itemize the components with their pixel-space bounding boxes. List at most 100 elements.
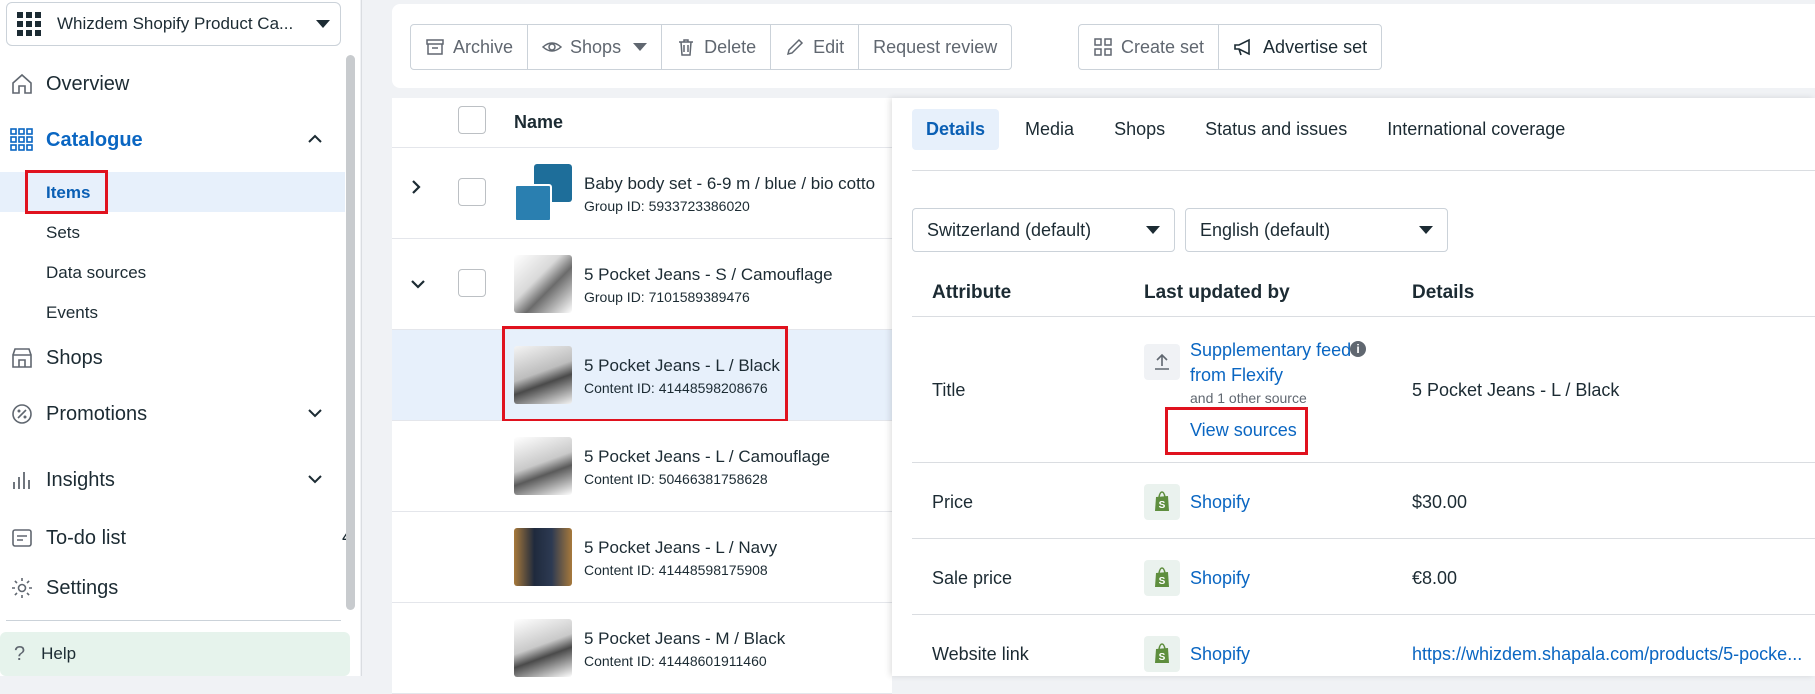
- nav-settings-label: Settings: [46, 576, 119, 599]
- nav-insights[interactable]: Insights: [0, 460, 345, 500]
- nav-todo[interactable]: To-do list: [0, 518, 345, 558]
- chevron-up-icon: [307, 131, 323, 149]
- nav-help[interactable]: ? Help: [0, 632, 350, 676]
- row-divider: [912, 462, 1815, 463]
- chevron-down-icon: [316, 20, 330, 28]
- grid-icon: [8, 126, 36, 154]
- tab-details[interactable]: Details: [912, 108, 1000, 150]
- edit-label: Edit: [813, 36, 845, 57]
- table-row[interactable]: 5 Pocket Jeans - S / Camouflage Group ID…: [392, 239, 892, 330]
- nav-promotions[interactable]: Promotions: [0, 394, 345, 434]
- attr-title: Title: [932, 380, 966, 400]
- chevron-down-icon: [1419, 226, 1433, 234]
- nav-sets[interactable]: Sets: [46, 223, 80, 243]
- svg-text:S: S: [1159, 652, 1166, 663]
- shopify-icon: S: [1144, 560, 1180, 596]
- gear-icon: [8, 574, 36, 602]
- nav-insights-label: Insights: [46, 468, 115, 491]
- source-shopify-link[interactable]: Shopify: [1190, 568, 1250, 589]
- nav-shops[interactable]: Shops: [0, 338, 345, 378]
- chevron-down-icon: [633, 43, 648, 51]
- nav-settings[interactable]: Settings: [0, 568, 345, 608]
- percent-badge-icon: [8, 400, 36, 428]
- info-icon[interactable]: i: [1350, 341, 1366, 357]
- tabs-divider: [912, 170, 1815, 171]
- nav-catalogue[interactable]: Catalogue: [0, 119, 345, 161]
- product-thumbnail: [514, 528, 572, 586]
- nav-catalogue-label: Catalogue: [46, 128, 143, 151]
- create-set-button[interactable]: Create set: [1079, 25, 1220, 69]
- row-id: Group ID: 5933723386020: [584, 198, 750, 214]
- column-header-last-updated: Last updated by: [1144, 282, 1290, 303]
- nav-promotions-label: Promotions: [46, 402, 148, 425]
- account-switcher[interactable]: Whizdem Shopify Product Ca...: [6, 2, 341, 46]
- tab-status-issues[interactable]: Status and issues: [1191, 109, 1361, 150]
- source-supplementary-feed-link[interactable]: Supplementary feed: [1190, 340, 1351, 361]
- source-flexify-link[interactable]: from Flexify: [1190, 365, 1283, 386]
- product-thumbnail: [514, 255, 572, 313]
- advertise-set-label: Advertise set: [1263, 36, 1368, 57]
- edit-button[interactable]: Edit: [771, 25, 860, 69]
- delete-label: Delete: [704, 36, 757, 57]
- bar-chart-icon: [8, 466, 36, 494]
- account-name: Whizdem Shopify Product Ca...: [57, 14, 294, 33]
- tab-international-coverage[interactable]: International coverage: [1373, 109, 1579, 150]
- other-source-note: and 1 other source: [1190, 390, 1307, 406]
- advertise-set-button[interactable]: Advertise set: [1219, 25, 1381, 69]
- row-title: 5 Pocket Jeans - S / Camouflage: [584, 265, 833, 284]
- sale-price-value: €8.00: [1412, 568, 1458, 588]
- chevron-down-icon: [307, 471, 323, 489]
- shops-dropdown-button[interactable]: Shops: [528, 25, 663, 69]
- row-id: Group ID: 7101589389476: [584, 289, 750, 305]
- details-tabs: Details Media Shops Status and issues In…: [912, 106, 1591, 152]
- product-thumbnail: [514, 437, 572, 495]
- sidebar-scrollbar[interactable]: [346, 55, 355, 610]
- table-row[interactable]: 5 Pocket Jeans - L / Navy Content ID: 41…: [392, 512, 892, 603]
- row-id: Content ID: 50466381758628: [584, 471, 768, 487]
- table-row[interactable]: Baby body set - 6-9 m / blue / bio cotto…: [392, 148, 892, 239]
- table-row[interactable]: 5 Pocket Jeans - M / Black Content ID: 4…: [392, 603, 892, 694]
- website-link-value[interactable]: https://whizdem.shapala.com/products/5-p…: [1412, 644, 1802, 665]
- product-thumbnail: [514, 164, 572, 222]
- apps-grid-icon: [17, 12, 41, 36]
- eye-icon: [542, 42, 563, 52]
- column-header-attribute: Attribute: [932, 282, 1012, 303]
- select-all-checkbox[interactable]: [458, 106, 486, 134]
- megaphone-icon: [1234, 38, 1250, 56]
- price-value: $30.00: [1412, 492, 1468, 512]
- row-checkbox[interactable]: [458, 178, 486, 206]
- nav-overview[interactable]: Overview: [0, 64, 345, 104]
- table-row[interactable]: 5 Pocket Jeans - L / Camouflage Content …: [392, 421, 892, 512]
- upload-feed-icon: [1144, 344, 1180, 380]
- create-set-label: Create set: [1121, 36, 1205, 57]
- archive-label: Archive: [453, 36, 514, 57]
- row-divider: [912, 614, 1815, 615]
- attr-website-link: Website link: [932, 644, 1029, 664]
- svg-text:S: S: [1159, 576, 1166, 587]
- source-shopify-link[interactable]: Shopify: [1190, 644, 1250, 665]
- archive-button[interactable]: Archive: [411, 25, 529, 69]
- nav-data-sources[interactable]: Data sources: [46, 263, 146, 283]
- highlight-items-box: [25, 170, 108, 214]
- country-select[interactable]: Switzerland (default): [912, 208, 1175, 252]
- highlight-view-sources-box: [1165, 407, 1308, 455]
- source-shopify-link[interactable]: Shopify: [1190, 492, 1250, 513]
- language-select[interactable]: English (default): [1185, 208, 1448, 252]
- row-id: Content ID: 41448601911460: [584, 653, 767, 669]
- archive-icon: [426, 39, 444, 55]
- shopify-icon: S: [1144, 636, 1180, 672]
- chevron-down-icon: [307, 405, 323, 423]
- language-select-value: English (default): [1200, 219, 1331, 240]
- nav-events[interactable]: Events: [46, 303, 98, 323]
- sidebar: Whizdem Shopify Product Ca... Overview C…: [0, 0, 362, 676]
- sidebar-edge: [361, 0, 362, 676]
- row-checkbox[interactable]: [458, 269, 486, 297]
- chevron-down-icon[interactable]: [410, 273, 426, 296]
- request-review-button[interactable]: Request review: [859, 25, 1011, 69]
- toolbar: Archive Shops Delete Edit Request review…: [392, 4, 1815, 88]
- chevron-right-icon[interactable]: [410, 178, 422, 201]
- row-divider: [912, 538, 1815, 539]
- tab-shops[interactable]: Shops: [1100, 109, 1179, 150]
- tab-media[interactable]: Media: [1011, 109, 1088, 150]
- delete-button[interactable]: Delete: [662, 25, 772, 69]
